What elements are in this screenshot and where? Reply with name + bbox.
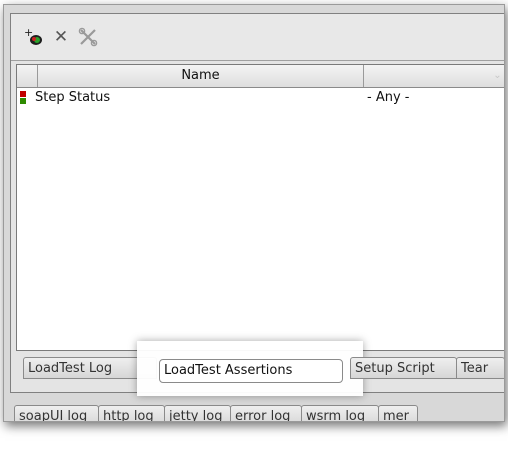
assertions-toolbar: + ✕ [11, 14, 504, 61]
tab-wsrm-log[interactable]: wsrm log [301, 405, 379, 421]
assertions-panel: + ✕ Name ⌄ Step Status - Any - LoadTest … [10, 13, 504, 396]
tab-jetty-log[interactable]: jetty log [164, 405, 231, 421]
assertions-table: Name ⌄ Step Status - Any - [16, 64, 504, 351]
test-tab-bar: LoadTest Log LoadTest Assertions Setup S… [11, 341, 504, 396]
load-test-window: + ✕ Name ⌄ Step Status - Any - LoadTest … [3, 4, 505, 422]
tab-loadtest-assertions[interactable]: LoadTest Assertions [159, 359, 343, 383]
tab-teardown-script[interactable]: Tear [456, 357, 504, 379]
tab-soapui-log[interactable]: soapUI log [14, 405, 99, 421]
row-name: Step Status [35, 90, 111, 105]
configure-tools-icon[interactable] [77, 26, 99, 48]
table-header: Name ⌄ [17, 65, 504, 88]
tab-memory-log[interactable]: mer [378, 405, 418, 421]
table-row[interactable]: Step Status - Any - [17, 88, 504, 108]
header-name[interactable]: Name [38, 65, 364, 87]
tab-setup-script[interactable]: Setup Script [350, 357, 457, 379]
tab-error-log[interactable]: error log [230, 405, 302, 421]
log-tab-bar: soapUI log http log jetty log error log … [12, 405, 504, 421]
header-select-column[interactable] [17, 65, 38, 87]
delete-icon[interactable]: ✕ [50, 26, 72, 48]
tab-http-log[interactable]: http log [98, 405, 165, 421]
header-sort-icon: ⌄ [493, 70, 502, 81]
add-assertion-icon[interactable]: + [24, 26, 46, 48]
row-value: - Any - [367, 90, 410, 105]
status-indicator-icon [20, 91, 26, 105]
